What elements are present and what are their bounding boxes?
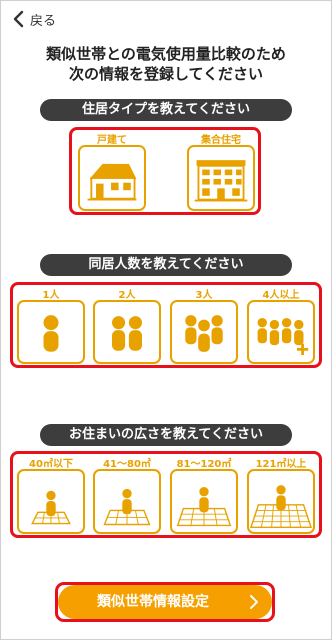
- back-label: 戻る: [30, 13, 57, 29]
- household-option-4-plus[interactable]: 4人以上: [247, 286, 315, 364]
- area-option-label: 41～80㎡: [103, 459, 151, 470]
- medium-floor-icon: [93, 469, 161, 534]
- area-option-40[interactable]: 40㎡以下: [17, 455, 85, 534]
- area-section-title: お住まいの広さを教えてください: [40, 424, 292, 446]
- back-button[interactable]: 戻る: [12, 8, 56, 30]
- housing-option-label: 戸建て: [97, 135, 127, 146]
- three-people-icon: [170, 300, 238, 364]
- xlarge-floor-icon: [247, 469, 315, 534]
- house-icon: [78, 145, 146, 211]
- household-section-title: 同居人数を教えてください: [40, 254, 292, 276]
- household-option-1[interactable]: 1人: [17, 286, 85, 364]
- area-option-41-80[interactable]: 41～80㎡: [93, 455, 161, 534]
- housing-option-label: 集合住宅: [201, 135, 241, 146]
- household-info-settings-button[interactable]: 類似世帯情報設定: [58, 585, 272, 619]
- apartment-icon: [187, 145, 255, 211]
- headline-line-2: 次の情報を登録してください: [68, 65, 264, 83]
- area-option-121-plus[interactable]: 121㎡以上: [247, 455, 315, 534]
- cta-label: 類似世帯情報設定: [97, 594, 209, 610]
- headline-line-1: 類似世帯との電気使用量比較のため: [46, 45, 286, 63]
- chevron-left-icon: [13, 10, 24, 28]
- one-person-icon: [17, 300, 85, 364]
- household-option-2[interactable]: 2人: [93, 286, 161, 364]
- large-floor-icon: [170, 469, 238, 534]
- area-option-label: 121㎡以上: [255, 459, 307, 470]
- area-option-label: 81～120㎡: [176, 459, 232, 470]
- household-option-label: 4人以上: [262, 290, 300, 301]
- housing-option-apartment[interactable]: 集合住宅: [187, 131, 255, 211]
- household-option-label: 2人: [118, 290, 136, 301]
- area-option-81-120[interactable]: 81～120㎡: [170, 455, 238, 534]
- area-option-label: 40㎡以下: [29, 459, 73, 470]
- household-option-3[interactable]: 3人: [170, 286, 238, 364]
- page-headline: 類似世帯との電気使用量比較のため 次の情報を登録してください: [0, 44, 332, 84]
- two-people-icon: [93, 300, 161, 364]
- small-floor-icon: [17, 469, 85, 534]
- housing-section-title: 住居タイプを教えてください: [40, 99, 292, 121]
- household-option-label: 3人: [195, 290, 213, 301]
- household-option-label: 1人: [42, 290, 60, 301]
- chevron-right-icon: [250, 595, 258, 609]
- housing-option-detached[interactable]: 戸建て: [78, 131, 146, 211]
- four-plus-people-icon: [247, 300, 315, 364]
